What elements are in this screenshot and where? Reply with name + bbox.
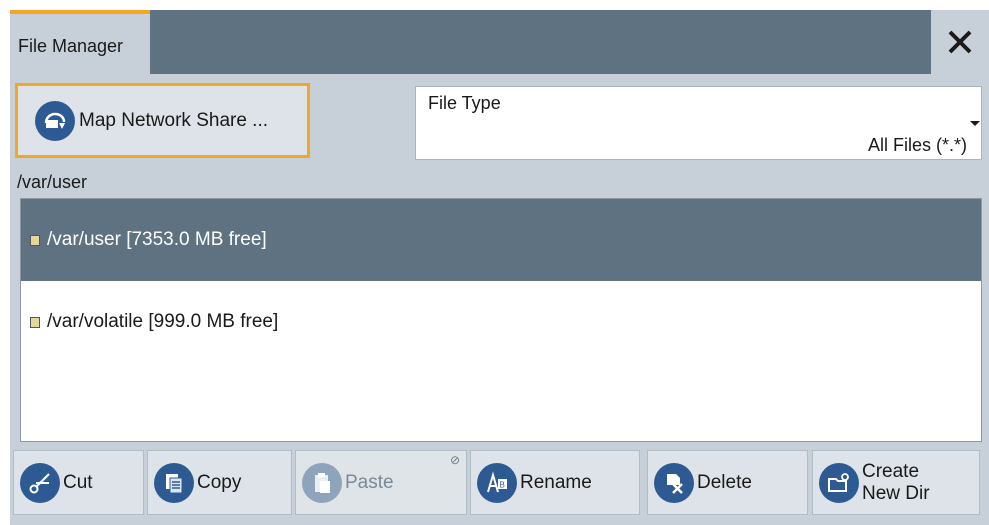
copy-label: Copy bbox=[197, 471, 242, 493]
rename-label: Rename bbox=[520, 471, 592, 493]
list-item[interactable]: /var/user [7353.0 MB free] bbox=[21, 199, 981, 281]
current-path: /var/user bbox=[17, 172, 88, 192]
delete-icon bbox=[654, 462, 694, 503]
paste-icon bbox=[302, 462, 342, 503]
create-new-dir-label: Create New Dir bbox=[862, 461, 930, 505]
cut-label: Cut bbox=[63, 471, 93, 493]
copy-button[interactable]: Copy bbox=[147, 450, 292, 515]
volume-label: /var/user [7353.0 MB free] bbox=[47, 229, 267, 250]
scissors-icon bbox=[20, 462, 60, 503]
rename-icon: B bbox=[477, 462, 517, 503]
delete-label: Delete bbox=[697, 471, 752, 493]
volume-list: /var/user [7353.0 MB free] /var/volatile… bbox=[20, 198, 982, 442]
cut-button[interactable]: Cut bbox=[13, 450, 144, 515]
file-type-select[interactable]: File Type All Files (*.*) bbox=[415, 86, 982, 160]
create-label-line2: New Dir bbox=[862, 482, 930, 504]
file-toolbar: Cut Copy Paste ⊘ B Rename Delete Create … bbox=[10, 441, 989, 525]
delete-button[interactable]: Delete bbox=[647, 450, 808, 515]
paste-label: Paste bbox=[345, 471, 394, 493]
map-network-share-button[interactable]: Map Network Share ... bbox=[15, 83, 310, 158]
drive-icon bbox=[30, 316, 40, 328]
create-new-dir-button[interactable]: Create New Dir bbox=[812, 450, 980, 515]
title-bar: File Manager bbox=[10, 10, 989, 74]
copy-icon bbox=[154, 462, 194, 503]
drive-icon bbox=[30, 234, 40, 246]
file-type-label: File Type bbox=[428, 93, 501, 113]
file-manager-window: File Manager Map Network Share ... File … bbox=[10, 10, 989, 525]
tab-file-manager[interactable]: File Manager bbox=[10, 10, 150, 74]
create-label-line1: Create bbox=[862, 460, 920, 482]
close-icon bbox=[948, 30, 972, 54]
network-share-icon bbox=[35, 100, 75, 141]
file-type-value: All Files (*.*) bbox=[867, 135, 967, 155]
rename-button[interactable]: B Rename bbox=[470, 450, 640, 515]
paste-button[interactable]: Paste ⊘ bbox=[295, 450, 467, 515]
svg-text:B: B bbox=[500, 480, 505, 489]
volume-label: /var/volatile [999.0 MB free] bbox=[47, 311, 279, 332]
close-button[interactable] bbox=[931, 10, 989, 74]
map-network-share-label: Map Network Share ... bbox=[79, 109, 269, 131]
dropdown-arrow-icon bbox=[970, 121, 980, 126]
disabled-icon: ⊘ bbox=[449, 453, 460, 467]
tab-title: File Manager bbox=[18, 36, 124, 56]
new-folder-icon bbox=[819, 462, 859, 503]
list-item[interactable]: /var/volatile [999.0 MB free] bbox=[21, 281, 981, 363]
